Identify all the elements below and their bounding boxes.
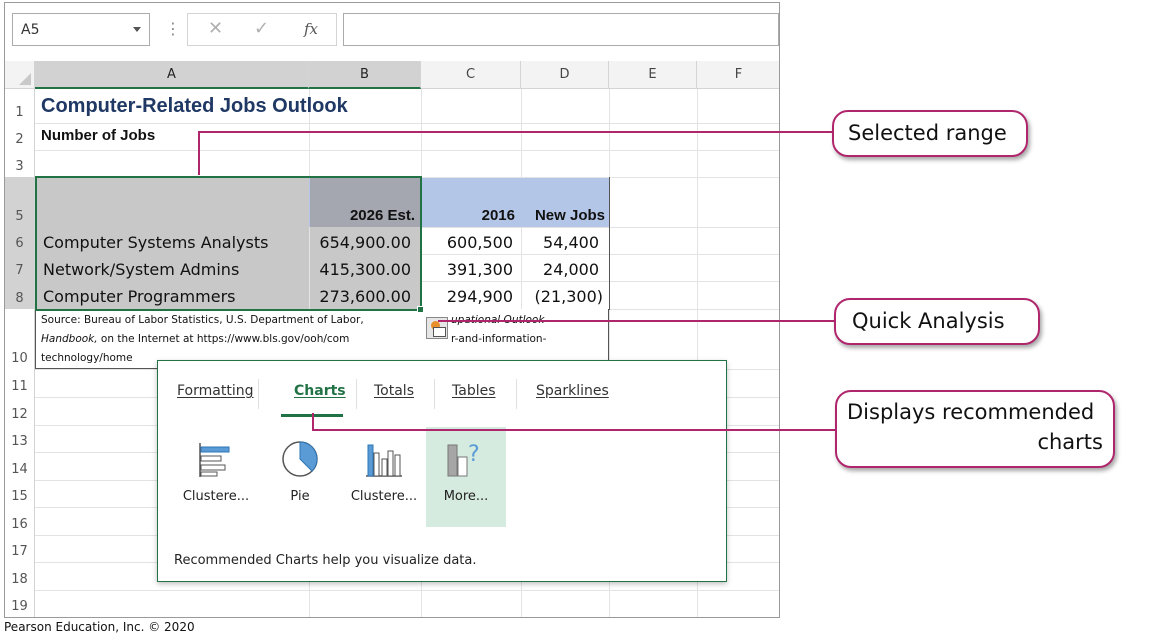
tab-tables[interactable]: Tables bbox=[452, 383, 496, 399]
cell-new-1[interactable]: 54,400 bbox=[521, 233, 599, 252]
svg-text:?: ? bbox=[468, 442, 480, 467]
leader-line bbox=[198, 131, 833, 133]
panel-footer-text: Recommended Charts help you visualize da… bbox=[174, 553, 477, 568]
chart-tile-clustered-bar[interactable]: Clustere... bbox=[176, 427, 256, 527]
row-header-14[interactable]: 14 bbox=[5, 452, 35, 480]
tab-divider bbox=[356, 379, 357, 409]
source-line-1: Source: Bureau of Labor Statistics, U.S.… bbox=[41, 314, 364, 326]
chart-tile-more[interactable]: ? More... bbox=[426, 427, 506, 527]
callout-quick-analysis: Quick Analysis bbox=[834, 298, 1040, 345]
more-options-icon[interactable]: ⋮ bbox=[165, 19, 181, 39]
more-charts-icon: ? bbox=[447, 442, 480, 477]
leader-line bbox=[312, 429, 836, 431]
source-line-2-italic: Handbook, bbox=[41, 333, 98, 345]
clustered-bar-chart-icon bbox=[199, 443, 230, 477]
column-header-d[interactable]: D bbox=[521, 61, 609, 89]
cell-new-3[interactable]: (21,300) bbox=[521, 287, 603, 306]
chart-tile-label: Clustere... bbox=[182, 489, 250, 504]
column-header-c[interactable]: C bbox=[421, 61, 521, 89]
row-header-17[interactable]: 17 bbox=[5, 535, 35, 562]
gridline bbox=[35, 123, 779, 124]
row-header-8[interactable]: 8 bbox=[5, 281, 35, 309]
cell-new-2[interactable]: 24,000 bbox=[521, 260, 599, 279]
chart-tile-label: Clustere... bbox=[350, 489, 418, 504]
chart-tile-pie[interactable]: Pie bbox=[260, 427, 340, 527]
excel-window: A5 ⋮ ✕ ✓ fx A B C D E F 1 2 3 5 6 7 8 10… bbox=[4, 2, 780, 618]
callout-selected-range-text: Selected range bbox=[848, 121, 1007, 145]
formula-input[interactable] bbox=[343, 13, 779, 46]
row-header-7[interactable]: 7 bbox=[5, 254, 35, 281]
pie-chart-icon bbox=[282, 441, 318, 477]
row-header-19[interactable]: 19 bbox=[5, 590, 35, 617]
row-header-3[interactable]: 3 bbox=[5, 150, 35, 177]
source-line-2: Handbook, on the Internet at https://www… bbox=[41, 330, 421, 349]
gridline bbox=[35, 590, 779, 591]
tab-sparklines[interactable]: Sparklines bbox=[536, 383, 609, 399]
leader-line bbox=[438, 320, 834, 322]
column-header-a[interactable]: A bbox=[35, 61, 309, 89]
table-border bbox=[609, 177, 610, 310]
chart-tile-clustered-column[interactable]: Clustere... bbox=[344, 427, 424, 527]
cell-2016-1[interactable]: 600,500 bbox=[421, 233, 513, 252]
fill-handle[interactable] bbox=[417, 306, 424, 313]
row-header-18[interactable]: 18 bbox=[5, 562, 35, 590]
row-header-16[interactable]: 16 bbox=[5, 507, 35, 535]
source-line-3: technology/home bbox=[41, 352, 133, 364]
callout-selected-range: Selected range bbox=[832, 110, 1028, 157]
insert-function-icon[interactable]: fx bbox=[304, 20, 318, 38]
callout-quick-analysis-text: Quick Analysis bbox=[852, 309, 1005, 333]
column-header-f[interactable]: F bbox=[697, 61, 779, 89]
callout-recommended-line-2: charts bbox=[1037, 430, 1103, 454]
gridline bbox=[35, 150, 779, 151]
source-line-2-text: on the Internet at https://www.bls.gov/o… bbox=[97, 333, 350, 345]
row-header-10[interactable]: 10 bbox=[5, 309, 35, 369]
source-line-2-tail: r-and-information- bbox=[451, 333, 547, 345]
name-box-value: A5 bbox=[21, 22, 40, 38]
clustered-column-chart-icon bbox=[366, 444, 402, 477]
column-header-b[interactable]: B bbox=[309, 61, 421, 89]
selected-range-border bbox=[35, 176, 422, 311]
chart-tile-label: Pie bbox=[290, 489, 310, 504]
sheet-subtitle: Number of Jobs bbox=[41, 127, 156, 144]
enter-icon[interactable]: ✓ bbox=[254, 18, 269, 39]
row-header-15[interactable]: 15 bbox=[5, 480, 35, 507]
tab-divider bbox=[516, 379, 517, 409]
tab-divider bbox=[258, 379, 259, 409]
tab-totals[interactable]: Totals bbox=[374, 383, 414, 399]
quick-analysis-panel: Formatting Charts Totals Tables Sparklin… bbox=[157, 360, 727, 582]
name-box[interactable]: A5 bbox=[12, 13, 150, 46]
column-header-e[interactable]: E bbox=[609, 61, 697, 89]
tab-charts[interactable]: Charts bbox=[294, 383, 346, 399]
quick-analysis-tabs: Formatting Charts Totals Tables Sparklin… bbox=[158, 383, 728, 413]
callout-recommended-charts: Displays recommended charts bbox=[835, 390, 1115, 468]
select-all-corner[interactable] bbox=[5, 61, 35, 89]
row-header-6[interactable]: 6 bbox=[5, 227, 35, 254]
chart-tile-label: More... bbox=[443, 489, 489, 504]
cancel-icon[interactable]: ✕ bbox=[208, 18, 223, 39]
sheet-title: Computer-Related Jobs Outlook bbox=[41, 95, 348, 117]
cell-2016-3[interactable]: 294,900 bbox=[421, 287, 513, 306]
copyright-credit: Pearson Education, Inc. © 2020 bbox=[4, 620, 195, 634]
row-header-5[interactable]: 5 bbox=[5, 177, 35, 227]
header-2016[interactable]: 2016 bbox=[421, 207, 515, 224]
row-header-13[interactable]: 13 bbox=[5, 425, 35, 452]
formula-buttons: ✕ ✓ fx bbox=[187, 13, 337, 46]
leader-line bbox=[198, 131, 200, 175]
header-new-jobs[interactable]: New Jobs bbox=[521, 207, 605, 224]
tab-divider bbox=[434, 379, 435, 409]
callout-recommended-line-1: Displays recommended bbox=[847, 400, 1095, 424]
row-header-1[interactable]: 1 bbox=[5, 89, 35, 123]
tab-formatting[interactable]: Formatting bbox=[177, 383, 253, 399]
row-header-12[interactable]: 12 bbox=[5, 397, 35, 425]
row-header-11[interactable]: 11 bbox=[5, 369, 35, 397]
cell-2016-2[interactable]: 391,300 bbox=[421, 260, 513, 279]
chevron-down-icon[interactable] bbox=[133, 27, 141, 32]
row-header-2[interactable]: 2 bbox=[5, 123, 35, 150]
